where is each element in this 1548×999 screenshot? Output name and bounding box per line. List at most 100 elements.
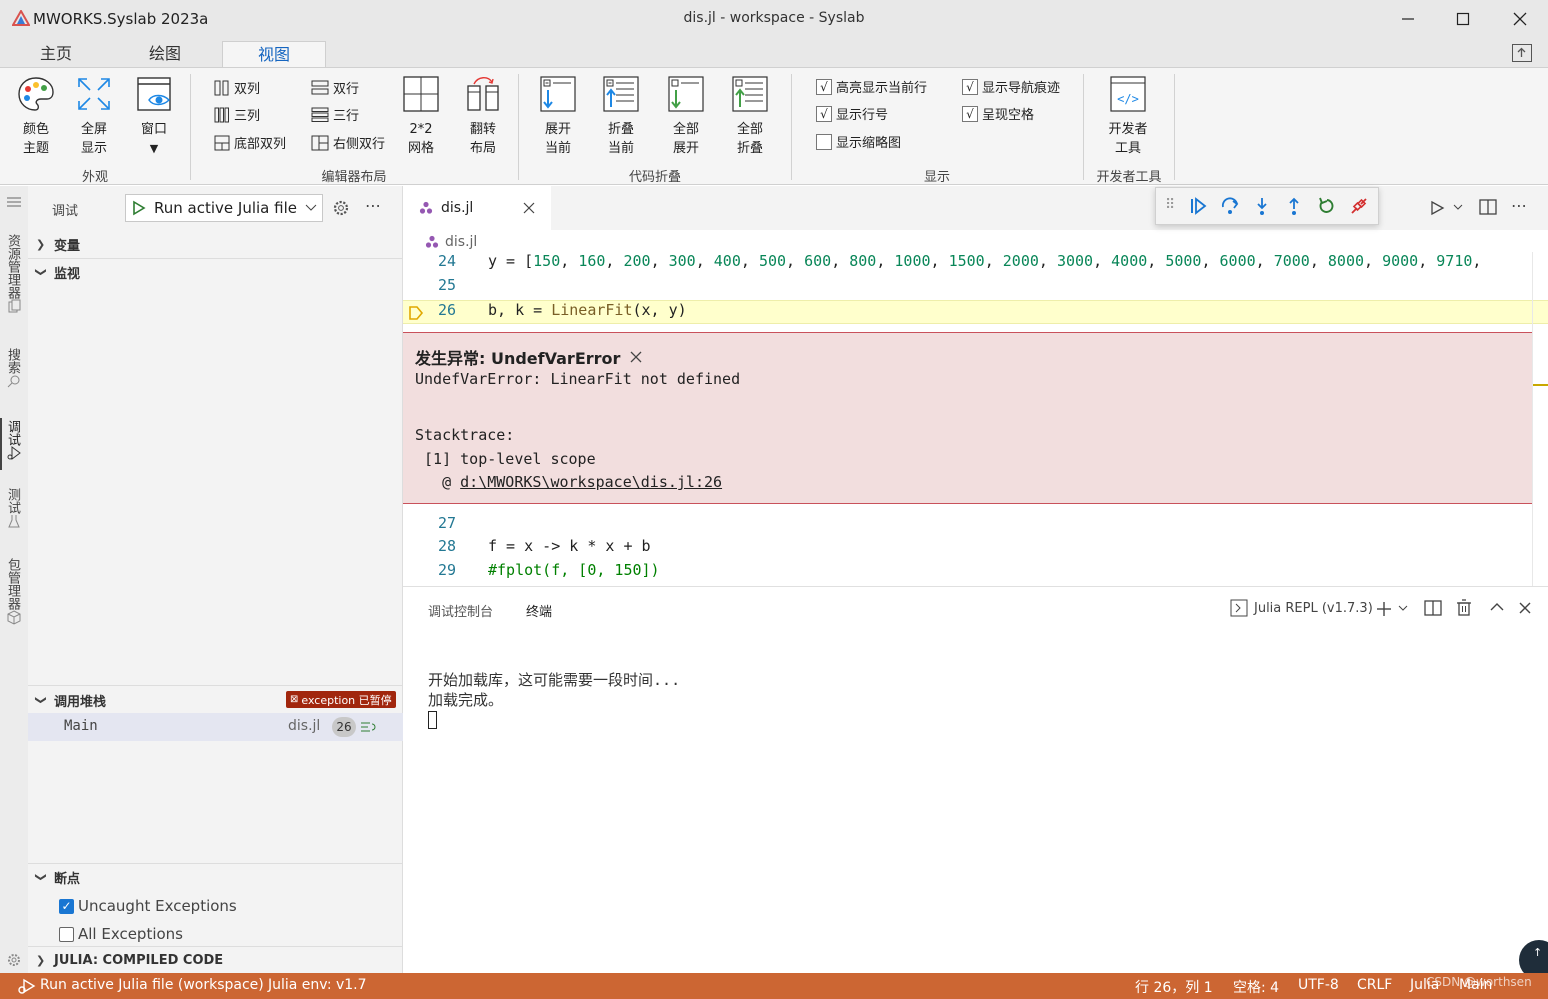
run-config-select[interactable]: Run active Julia file [125,194,323,222]
code-line[interactable]: 29 #fplot(f, [0, 150]) [403,561,1548,585]
activity-packages[interactable]: 包管理器 [5,558,23,630]
status-cursor-position[interactable]: 行 26，列 1 [1135,977,1213,997]
terminal-output[interactable]: 开始加载库，这可能需要一段时间... 加载完成。 [428,670,680,729]
watch-section-header[interactable]: ❯ 监视 [28,260,403,284]
terminal-icon [1230,599,1248,617]
terminal-selector[interactable]: Julia REPL (v1.7.3) [1230,599,1373,617]
drag-handle-icon[interactable]: ⠿ [1165,197,1175,213]
ribbon-collapse-button[interactable] [1512,44,1532,62]
editor-tab-dis-jl[interactable]: dis.jl [403,186,551,230]
editor-scrollbar[interactable] [1532,252,1548,586]
status-indentation[interactable]: 空格: 4 [1233,977,1279,997]
show-nav-trace-checkbox[interactable]: √ 显示导航痕迹 [962,77,1060,96]
maximize-panel-icon[interactable] [1490,602,1504,612]
step-over-icon[interactable] [1220,196,1240,216]
code-line[interactable]: 25 [403,276,1548,300]
disconnect-icon[interactable] [1349,196,1369,216]
chevron-down-icon[interactable] [1453,204,1463,212]
layout-three-cols-button[interactable]: 三列 [214,105,260,124]
expand-all-button[interactable]: 全部 展开 [663,76,709,158]
menu-icon[interactable] [6,196,22,208]
layout-three-rows-button[interactable]: 三行 [311,105,359,124]
checkbox-checked[interactable]: ✓ [59,898,74,914]
trash-icon[interactable] [1456,599,1472,617]
code-line[interactable]: 27 [403,514,1548,538]
restart-frame-icon[interactable] [360,720,378,734]
uncaught-exceptions-row[interactable]: ✓ Uncaught Exceptions [59,897,237,915]
tab-plot[interactable]: 绘图 [113,41,217,68]
continue-icon[interactable] [1188,196,1208,216]
stacktrace-file-link[interactable]: d:\MWORKS\workspace\dis.jl:26 [460,473,722,491]
checkbox-checked[interactable]: √ [962,105,978,122]
render-whitespace-checkbox[interactable]: √ 呈现空格 [962,104,1034,123]
show-line-numbers-checkbox[interactable]: √ 显示行号 [816,104,888,123]
fullscreen-button[interactable]: 全屏 显示 [70,76,118,158]
step-into-icon[interactable] [1252,196,1272,216]
code-line[interactable]: 24 y = [150, 160, 200, 300, 400, 500, 60… [403,252,1548,276]
activity-search[interactable]: 搜索 [5,348,23,392]
activity-debug[interactable]: 调试 [5,420,23,464]
restart-icon[interactable] [1317,196,1337,216]
checkbox-checked[interactable]: √ [962,78,978,95]
step-out-icon[interactable] [1284,196,1304,216]
variables-section-header[interactable]: ❯ 变量 [28,232,403,256]
settings-gear-icon[interactable] [6,952,22,968]
status-run-config[interactable]: Run active Julia file (workspace) [40,977,264,993]
add-terminal-icon[interactable] [1375,600,1393,618]
chevron-down-icon[interactable] [1398,605,1408,613]
checkbox-unchecked[interactable] [59,926,74,942]
layout-grid-button[interactable]: 2*2 网格 [398,76,444,158]
fold-all-button[interactable]: 全部 折叠 [727,76,773,158]
tab-view[interactable]: 视图 [222,41,326,68]
close-window-button[interactable] [1497,4,1543,34]
breakpoints-section-header[interactable]: ❯ 断点 [28,865,403,889]
close-exception-icon[interactable] [630,351,642,363]
svg-text:</>: </> [1117,92,1139,106]
status-encoding[interactable]: UTF-8 [1298,977,1339,993]
tab-debug-console[interactable]: 调试控制台 [428,601,493,620]
divider [28,946,403,947]
close-panel-icon[interactable] [1519,602,1531,614]
more-actions-icon[interactable]: ⋯ [1511,196,1527,215]
activity-test[interactable]: 测试 [5,488,23,532]
highlight-line-checkbox[interactable]: √ 高亮显示当前行 [816,77,927,96]
maximize-button[interactable] [1440,4,1486,34]
split-terminal-icon[interactable] [1424,599,1442,617]
more-actions-icon[interactable]: ⋯ [365,196,381,215]
run-icon[interactable] [1429,200,1445,216]
code-line[interactable]: 28 f = x -> k * x + b [403,537,1548,561]
expand-current-icon [540,76,576,112]
dev-tools-button[interactable]: </> 开发者 工具 [1100,76,1156,158]
checkbox-checked[interactable]: √ [816,78,832,95]
expand-current-button[interactable]: 展开 当前 [535,76,581,158]
code-line-current[interactable]: 26 b, k = LinearFit(x, y) [403,300,1548,324]
checkbox-checked[interactable]: √ [816,105,832,122]
color-theme-button[interactable]: 颜色 主题 [12,76,60,158]
activity-explorer[interactable]: 资源管理器 [5,234,23,317]
layout-side-two-rows-button[interactable]: 右侧双行 [311,133,385,152]
fullscreen-icon [78,78,110,110]
show-minimap-checkbox[interactable]: 显示缩略图 [816,132,901,151]
stacktrace-location: @ d:\MWORKS\workspace\dis.jl:26 [415,473,722,491]
close-tab-icon[interactable] [523,202,535,214]
breadcrumb[interactable]: dis.jl [425,234,477,250]
layout-bottom-two-cols-button[interactable]: 底部双列 [214,133,286,152]
status-eol[interactable]: CRLF [1357,977,1392,993]
fold-current-button[interactable]: 折叠 当前 [598,76,644,158]
tab-home[interactable]: 主页 [4,41,108,68]
split-editor-icon[interactable] [1479,198,1497,216]
layout-two-rows-button[interactable]: 双行 [311,78,359,97]
layout-flip-button[interactable]: 翻转 布局 [460,76,506,158]
compiled-code-section-header[interactable]: ❯ JULIA: COMPILED CODE [28,948,403,972]
ribbon-separator [1174,74,1175,180]
window-button[interactable]: 窗口 ▼ [130,76,178,158]
code-tag-icon: </> [1110,76,1146,112]
status-julia-env[interactable]: Julia env: v1.7 [268,977,367,993]
gear-icon[interactable] [332,199,350,217]
tab-terminal[interactable]: 终端 [526,601,552,620]
all-exceptions-row[interactable]: All Exceptions [59,925,183,943]
callstack-frame-row[interactable]: Main dis.jl 26 [28,713,403,741]
layout-two-cols-button[interactable]: 双列 [214,78,260,97]
checkbox-unchecked[interactable] [816,133,832,150]
minimize-button[interactable] [1385,4,1431,34]
